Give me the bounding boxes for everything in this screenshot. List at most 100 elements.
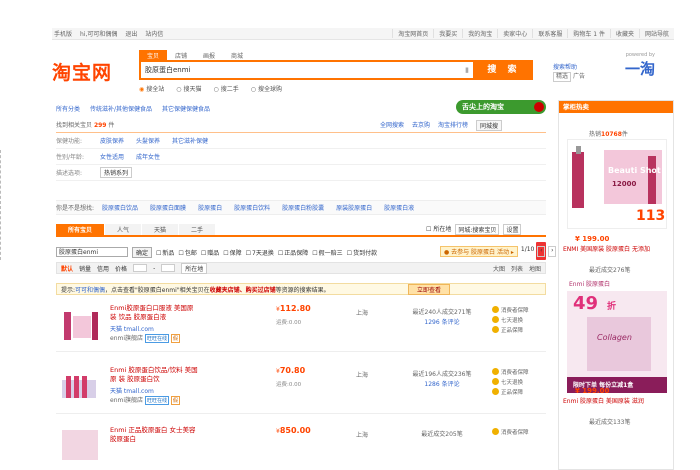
view-now-button[interactable]: 立即查看 — [407, 283, 450, 295]
view-map[interactable]: 地图 — [529, 264, 541, 273]
wangwang-badge[interactable]: 旺旺在线 — [145, 334, 170, 343]
list-item[interactable]: Enmi胶原蛋白口服液 美国原 装 饮品 胶原蛋白液 天猫 tmall.com … — [56, 300, 546, 352]
product-image[interactable] — [60, 426, 100, 466]
user-greeting[interactable]: hi,可可和偶偶 — [80, 29, 117, 38]
item-title[interactable]: Enmi胶原蛋白口服液 美国原 — [110, 304, 193, 312]
logout-link[interactable]: 退出 — [125, 29, 137, 38]
site-nav-menu[interactable]: 网站导航 — [638, 29, 674, 38]
price-min-input[interactable] — [133, 264, 148, 272]
shop-name[interactable]: 天猫 tmall.com — [110, 324, 154, 333]
filter-select[interactable]: 热销系列 — [100, 167, 133, 178]
favorites-menu[interactable]: 收藏夹 — [609, 29, 639, 38]
buy-menu[interactable]: 我要买 — [433, 29, 462, 38]
check-7day-return[interactable]: 7天退换 — [246, 248, 274, 257]
search-button[interactable]: 搜 索 — [475, 60, 533, 80]
check-fake-compensate[interactable]: 假一赔三 — [312, 248, 343, 257]
my-taobao-menu[interactable]: 我的淘宝 — [462, 29, 497, 38]
sidebar-title-2-hl[interactable]: 润 — [638, 398, 644, 405]
list-item[interactable]: Enmi 胶原蛋白饮品/饮料 美国原 装 胶原蛋白饮 天猫 tmall.com … — [56, 362, 546, 414]
related-item[interactable]: 胶原蛋白液 — [384, 203, 414, 212]
taobao-logo[interactable]: 淘宝网 — [52, 58, 112, 85]
check-free-shipping[interactable]: 包邮 — [178, 248, 197, 257]
price-max-input[interactable] — [161, 264, 176, 272]
wangwang-badge[interactable]: 旺旺在线 — [145, 396, 170, 405]
refine-confirm-button[interactable]: 确定 — [132, 246, 153, 258]
sidebar-title-1[interactable]: ENMI 美国原装 胶原蛋白 无 — [563, 246, 638, 253]
location-checkbox[interactable]: 所在地 — [426, 224, 451, 235]
search-input[interactable]: 胶原蛋白enmi ▮ — [139, 60, 475, 80]
search-help-link[interactable]: 搜索帮助 — [553, 64, 585, 72]
tool-global-search[interactable]: 全网搜索 — [380, 120, 404, 131]
refine-input[interactable]: 胶原蛋白enmi — [56, 247, 128, 257]
tab-secondhand[interactable]: 二手 — [179, 224, 216, 235]
item-title-hl[interactable]: 胶原蛋白 — [110, 435, 136, 443]
settings-button[interactable]: 设置 — [503, 224, 522, 235]
tool-jing[interactable]: 去京购 — [412, 120, 430, 131]
seller-name[interactable]: enmi旗舰店 — [110, 335, 143, 342]
microphone-icon[interactable]: ▮ — [465, 66, 469, 74]
list-item[interactable]: Enmi 正品胶原蛋白 女士美容 胶原蛋白 ¥850.00 上海 最近成交205… — [56, 422, 546, 470]
radio-secondhand[interactable]: 搜二手 — [214, 84, 239, 93]
sort-credit[interactable]: 信用 — [97, 264, 109, 273]
messages-link[interactable]: 站内信 — [145, 29, 163, 38]
promo-banner[interactable]: 舌尖上的淘宝 — [456, 100, 546, 114]
customer-service-menu[interactable]: 联系客服 — [532, 29, 567, 38]
related-item[interactable]: 胶原蛋白饮料 — [234, 203, 270, 212]
check-genuine[interactable]: 正品保障 — [278, 248, 308, 257]
check-new[interactable]: 新品 — [156, 248, 174, 257]
home-link[interactable]: 淘宝网首页 — [392, 29, 433, 38]
prev-page-icon[interactable]: ‹ — [537, 246, 546, 257]
filter-value[interactable]: 皮肤保养 — [100, 136, 124, 145]
local-search-box[interactable]: 同城:搜索宝贝 — [455, 224, 500, 235]
related-item[interactable]: 胶原蛋白粉胶囊 — [282, 203, 324, 212]
item-reviews[interactable]: 1286 条评论 — [424, 381, 459, 388]
radio-tmall[interactable]: 搜天猫 — [176, 84, 202, 93]
filter-value[interactable]: 其它滋补保健 — [172, 136, 208, 145]
activity-tip[interactable]: ● 去参与 胶原蛋白 活动 ▸ — [440, 246, 518, 257]
yitao-logo[interactable]: powered by 一淘 — [625, 52, 655, 79]
next-page-icon[interactable]: › — [548, 246, 557, 257]
seller-name[interactable]: enmi旗舰店 — [110, 397, 143, 404]
close-icon[interactable] — [534, 102, 544, 112]
radio-global[interactable]: 搜全球购 — [251, 84, 282, 93]
tab-tmall[interactable]: 天猫 — [142, 224, 179, 235]
check-gift[interactable]: 赠品 — [201, 248, 219, 257]
check-cod[interactable]: 货到付款 — [347, 248, 377, 257]
view-list[interactable]: 列表 — [511, 264, 523, 273]
item-title-hl[interactable]: 装 饮品 胶原蛋白液 — [110, 313, 166, 321]
cart-link[interactable]: 购物车 1 件 — [567, 29, 610, 38]
tab-popular[interactable]: 人气 — [105, 224, 142, 235]
filter-value[interactable]: 头髮保养 — [136, 136, 160, 145]
view-grid[interactable]: 大图 — [493, 264, 505, 273]
notice-user-link[interactable]: 可可和偶偶 — [75, 285, 105, 294]
sort-default[interactable]: 默认 — [61, 264, 73, 273]
related-item[interactable]: 胶原蛋白饮品 — [102, 203, 138, 212]
check-guarantee[interactable]: 保障 — [223, 248, 242, 257]
related-item[interactable]: 胶原蛋白 — [198, 203, 222, 212]
mobile-link[interactable]: 手机版 — [54, 29, 72, 38]
seller-center-menu[interactable]: 卖家中心 — [497, 29, 532, 38]
product-image[interactable] — [60, 366, 100, 406]
related-item[interactable]: 原装胶原蛋白 — [336, 203, 372, 212]
crumb-traditional[interactable]: 传统滋补/其他保健食品 — [90, 104, 152, 113]
tool-ranking[interactable]: 淘宝排行榜 — [438, 120, 468, 131]
sort-price[interactable]: 价格 — [115, 264, 127, 273]
filter-value[interactable]: 成年女性 — [136, 152, 160, 161]
tool-local-search[interactable]: 同城搜 — [476, 120, 503, 131]
crumb-other[interactable]: 其它保健保健食品 — [162, 104, 210, 113]
shop-name[interactable]: 天猫 tmall.com — [110, 386, 154, 395]
tab-all-items[interactable]: 所有宝贝 — [56, 224, 105, 235]
sidebar-title-2[interactable]: Enmi 胶原蛋白 美国原装 滋 — [563, 398, 638, 405]
radio-all-site[interactable]: 搜全站 — [139, 84, 164, 93]
sidebar-title-1-hl[interactable]: 添加 — [638, 246, 650, 253]
sort-sales[interactable]: 销量 — [79, 264, 91, 273]
crumb-all[interactable]: 所有分类 — [56, 104, 80, 113]
related-item[interactable]: 胶原蛋白面膜 — [150, 203, 186, 212]
item-reviews[interactable]: 1296 条评论 — [424, 319, 459, 326]
filter-value[interactable]: 女性适用 — [100, 152, 124, 161]
sidebar-product-image-1[interactable]: Beauti Shot 12000 113 — [567, 139, 667, 229]
location-select[interactable]: 所在地 — [181, 262, 208, 274]
item-title[interactable]: Enmi 正品胶原蛋白 女士美容 — [110, 426, 196, 434]
product-image[interactable] — [60, 304, 100, 344]
sidebar-product-image-2[interactable]: Enmi 胶原蛋白 49 折 Collagen 限时下单 每份立减1盒 — [567, 277, 667, 393]
